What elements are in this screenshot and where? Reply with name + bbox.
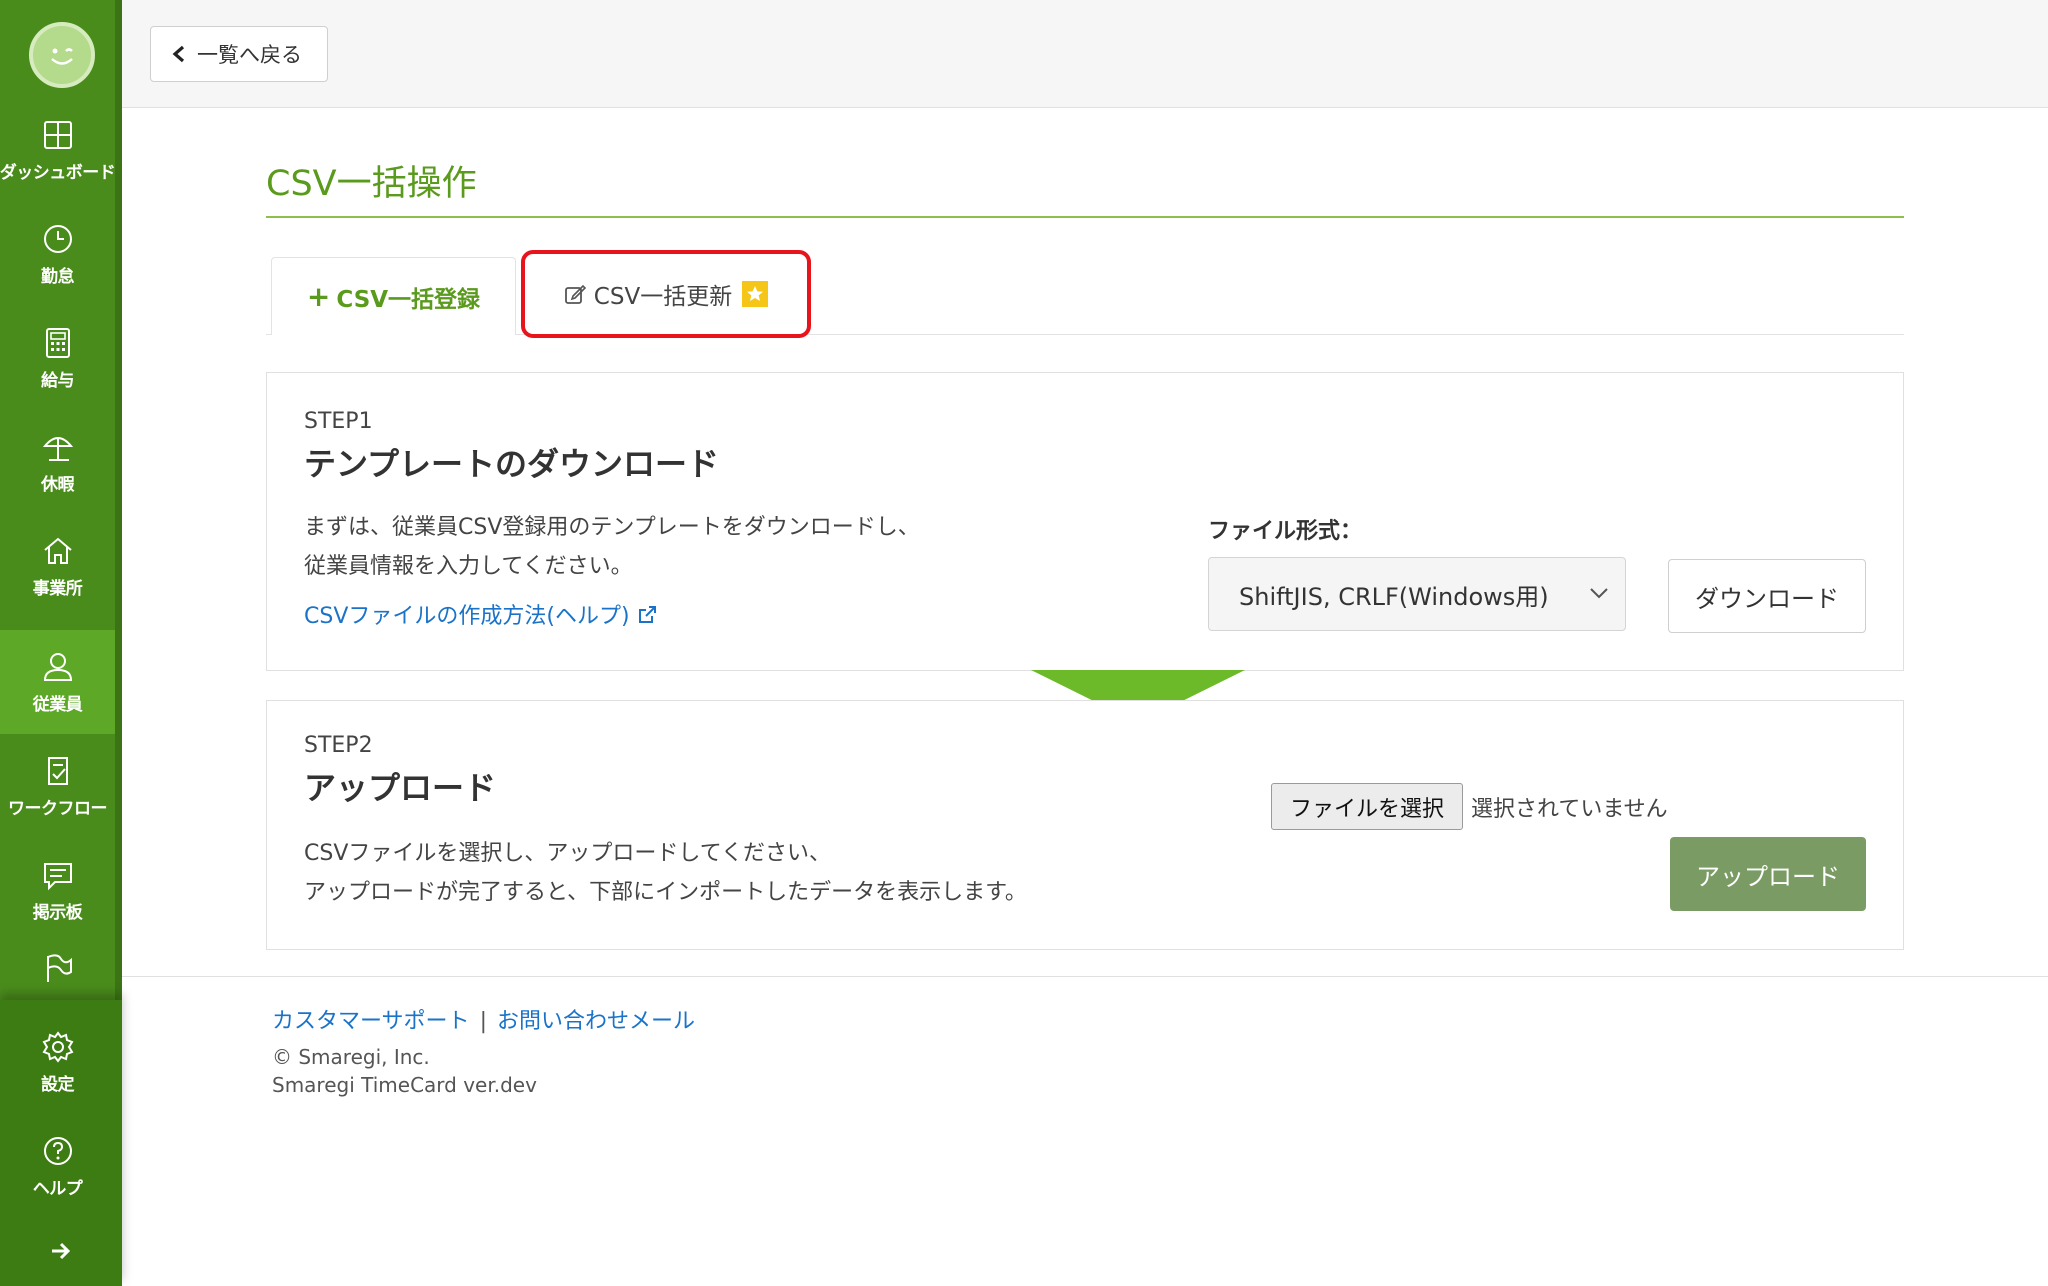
message-icon [43, 862, 72, 890]
sidebar-item-label: 給与 [41, 370, 75, 391]
clipboard-check-icon [47, 756, 68, 785]
sidebar-item-payroll[interactable]: 給与 [0, 306, 115, 410]
step1-title: テンプレートのダウンロード [304, 445, 720, 483]
sidebar-scrollbar[interactable] [115, 0, 122, 1000]
sidebar-item-label: ワークフロー [8, 798, 108, 819]
step2-desc-line1: CSVファイルを選択し、アップロードしてください、 [304, 841, 832, 866]
chevron-left-icon [172, 45, 185, 63]
upload-button[interactable]: アップロード [1670, 837, 1866, 911]
topbar: 一覧へ戻る [122, 0, 2048, 108]
footer: カスタマーサポート | お問い合わせメール © Smaregi, Inc. Smar… [122, 976, 2048, 1286]
tab-label: CSV一括登録 [336, 286, 481, 313]
star-badge-icon [742, 281, 769, 307]
tab-csv-register[interactable]: + CSV一括登録 [271, 257, 516, 335]
user-icon [43, 652, 72, 681]
dashboard-icon [43, 120, 72, 149]
home-icon [43, 537, 72, 564]
sidebar-item-help[interactable]: ヘルプ [0, 1114, 115, 1218]
step2-title: アップロード [304, 769, 497, 807]
back-to-list-button[interactable]: 一覧へ戻る [150, 26, 328, 82]
help-circle-icon [43, 1136, 72, 1165]
smiley-icon [51, 48, 73, 65]
sidebar-item-label: 勤怠 [41, 266, 75, 287]
step2-panel: STEP2 アップロード CSVファイルを選択し、アップロードしてください、 ア… [266, 700, 1904, 950]
file-format-select[interactable]: ShiftJIS, CRLF(Windows用) [1208, 557, 1626, 631]
title-divider [266, 216, 1904, 218]
sidebar-item-attendance[interactable]: 勤怠 [0, 202, 115, 306]
sidebar-item-dashboard[interactable]: ダッシュボード [0, 98, 116, 202]
download-button[interactable]: ダウンロード [1668, 559, 1866, 633]
beach-umbrella-icon [42, 436, 73, 461]
version-text: Smaregi TimeCard ver.dev [272, 1073, 537, 1097]
step2-label: STEP2 [304, 733, 373, 758]
csv-help-link[interactable]: CSVファイルの作成方法(ヘルプ) [304, 598, 657, 630]
sidebar-item-office[interactable]: 事業所 [0, 514, 115, 618]
contact-mail-link[interactable]: お問い合わせメール [497, 1009, 695, 1034]
sidebar-item-employees[interactable]: 従業員 [0, 630, 115, 734]
page-title: CSV一括操作 [266, 164, 477, 204]
footer-separator: | [479, 1009, 487, 1034]
plus-icon: + [306, 280, 331, 313]
tab-csv-update[interactable]: CSV一括更新 [521, 250, 811, 338]
step1-desc-line2: 従業員情報を入力してください。 [304, 554, 633, 579]
sidebar: ダッシュボード 勤怠 給与 休暇 事業所 従業員 ワークフロー 掲示板 設定 ヘ… [0, 0, 122, 1286]
step2-desc-line2: アップロードが完了すると、下部にインポートしたデータを表示します。 [304, 880, 1027, 905]
sidebar-item-label: 掲示板 [32, 902, 83, 923]
calculator-icon [45, 327, 70, 358]
sidebar-item-label: ダッシュボード [0, 162, 116, 183]
sidebar-item-label: 従業員 [32, 694, 83, 715]
sidebar-item-flag[interactable] [0, 942, 115, 1002]
sidebar-item-board[interactable]: 掲示板 [0, 838, 115, 942]
sidebar-item-workflow[interactable]: ワークフロー [0, 734, 115, 838]
customer-support-link[interactable]: カスタマーサポート [272, 1009, 470, 1034]
help-link-label: CSVファイルの作成方法(ヘルプ) [304, 604, 630, 629]
step1-desc-line1: まずは、従業員CSV登録用のテンプレートをダウンロードし、 [304, 515, 920, 540]
gear-icon [42, 1030, 73, 1063]
chevron-down-icon [1590, 588, 1608, 599]
arrow-right-icon [52, 1242, 71, 1260]
choose-file-button[interactable]: ファイルを選択 [1271, 783, 1463, 830]
copyright-text: © Smaregi, Inc. [272, 1045, 430, 1069]
back-button-label: 一覧へ戻る [197, 43, 302, 67]
file-format-value: ShiftJIS, CRLF(Windows用) [1239, 582, 1549, 611]
step1-description: まずは、従業員CSV登録用のテンプレートをダウンロードし、 従業員情報を入力して… [304, 508, 920, 586]
step1-panel: STEP1 テンプレートのダウンロード まずは、従業員CSV登録用のテンプレート… [266, 372, 1904, 671]
sidebar-item-leave[interactable]: 休暇 [0, 410, 115, 514]
sidebar-item-label: 設定 [41, 1074, 75, 1095]
clock-icon [43, 224, 72, 253]
avatar[interactable] [29, 22, 95, 88]
sidebar-item-label: ヘルプ [32, 1178, 83, 1199]
edit-icon [564, 284, 586, 304]
sidebar-item-label: 事業所 [32, 578, 83, 599]
file-format-label: ファイル形式： [1208, 519, 1363, 544]
flag-icon [46, 954, 72, 982]
sidebar-expand-button[interactable] [0, 1226, 122, 1276]
file-status-text: 選択されていません [1471, 797, 1668, 822]
footer-links: カスタマーサポート | お問い合わせメール [272, 1003, 695, 1035]
sidebar-item-label: 休暇 [41, 474, 75, 495]
sidebar-item-settings[interactable]: 設定 [0, 1010, 115, 1114]
tab-label: CSV一括更新 [593, 284, 733, 310]
external-link-icon [638, 606, 656, 623]
step1-label: STEP1 [304, 409, 373, 434]
step2-description: CSVファイルを選択し、アップロードしてください、 アップロードが完了すると、下… [304, 834, 1027, 912]
